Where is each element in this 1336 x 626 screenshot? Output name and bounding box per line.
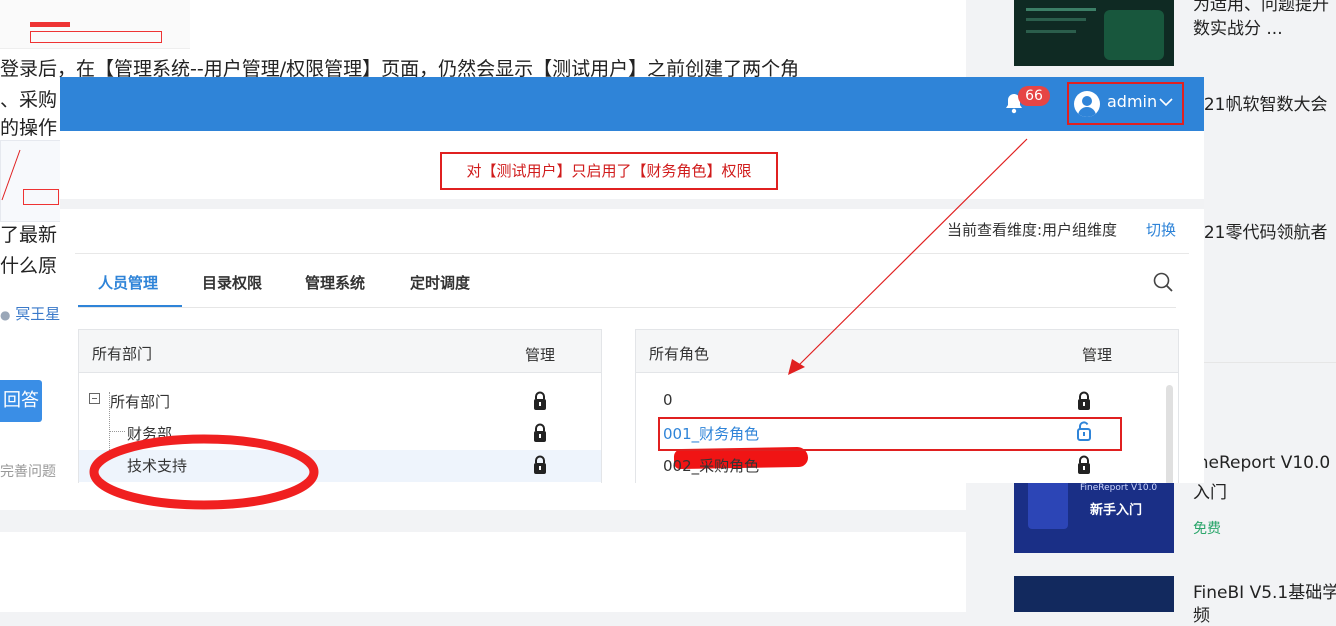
panel-header: 所有角色 管理 (636, 330, 1178, 373)
roles-panel: 所有角色 管理 0 001_财务角色 002_采购角色 (635, 329, 1179, 483)
article-text-line: 的操作 (0, 117, 58, 139)
course-title[interactable]: 数实战分 ... (1193, 14, 1283, 39)
department-name: 技术支持 (127, 457, 188, 475)
article-text-line: 、采购 (0, 89, 58, 111)
role-name: 001_财务角色 (663, 425, 760, 443)
username[interactable]: admin (1107, 92, 1157, 111)
lock-icon[interactable] (1076, 391, 1092, 411)
switch-link[interactable]: 切换 (1146, 219, 1176, 240)
tab-directory-permissions[interactable]: 目录权限 (202, 272, 262, 293)
divider (75, 253, 1189, 254)
divider (78, 307, 1176, 308)
lock-icon[interactable] (532, 455, 548, 475)
tree-row[interactable]: 财务部 (79, 418, 601, 450)
column-header: 管理 (525, 346, 556, 364)
divider (1193, 362, 1336, 363)
article-text-line: 什么原 (0, 255, 58, 277)
course-thumbnail[interactable] (1014, 576, 1174, 612)
answer-button[interactable]: 回答 (0, 380, 42, 422)
course-title[interactable]: 为适用、问题提升 (1193, 0, 1329, 15)
collapse-icon[interactable] (89, 393, 100, 404)
tab-personnel[interactable]: 人员管理 (98, 272, 158, 293)
search-icon[interactable] (1152, 271, 1174, 293)
department-name: 财务部 (127, 425, 173, 443)
column-header: 管理 (1082, 346, 1113, 364)
course-title[interactable]: ineReport V10.0 (1193, 453, 1330, 473)
divider (60, 199, 1204, 209)
embedded-screenshot: 66 admin 对【测试用户】只启用了【财务角色】权限 当前查看维度:用户组维… (60, 77, 1204, 483)
course-title[interactable]: 频 (1193, 601, 1210, 626)
tab-scheduling[interactable]: 定时调度 (410, 272, 470, 293)
dimension-label: 当前查看维度:用户组维度 (947, 221, 1118, 239)
lock-icon[interactable] (532, 423, 548, 443)
role-name: 002_采购角色 (663, 457, 760, 475)
thumbnail-caption: 新手入门 (1090, 503, 1143, 518)
author-name: 冥王星 (15, 305, 61, 323)
article-image-thumbnail (0, 140, 62, 222)
course-price: 免费 (1193, 521, 1221, 537)
role-row[interactable]: 002_采购角色 (636, 450, 1178, 482)
thumbnail-caption: FineReport V10.0 (1080, 483, 1158, 493)
role-row[interactable]: 0 (636, 386, 1178, 470)
unlock-icon[interactable] (1076, 421, 1092, 441)
article-text-line: 了最新 (0, 224, 58, 246)
avatar[interactable] (1074, 91, 1100, 117)
role-name: 0 (663, 391, 673, 409)
column-header: 所有部门 (92, 345, 153, 363)
article-card-secondary (0, 532, 966, 612)
panel-header: 所有部门 管理 (79, 330, 601, 373)
article-image-thumbnail (0, 0, 190, 49)
notification-badge: 66 (1018, 86, 1050, 106)
chevron-down-icon[interactable] (1159, 97, 1173, 107)
course-title[interactable]: 021零代码领航者 (1193, 218, 1327, 243)
lock-icon[interactable] (1076, 455, 1092, 475)
article-author[interactable]: ● 冥王星 (0, 303, 60, 324)
departments-panel: 所有部门 管理 所有部门 财务部 技术支持 (78, 329, 602, 483)
course-title[interactable]: 021帆软智数大会 (1193, 90, 1327, 115)
column-header: 所有角色 (649, 345, 710, 363)
department-name: 所有部门 (110, 393, 171, 411)
scrollbar[interactable] (1166, 385, 1173, 483)
role-row[interactable]: 001_财务角色 (636, 418, 1178, 450)
tab-management-system[interactable]: 管理系统 (305, 272, 365, 293)
tree-row[interactable]: 所有部门 (79, 386, 601, 418)
user-icon: ● (0, 308, 11, 322)
course-thumbnail[interactable] (1014, 0, 1174, 66)
course-title[interactable]: FineBI V5.1基础学 (1193, 578, 1336, 603)
improve-question-link[interactable]: 完善问题 (0, 461, 56, 481)
annotation-note: 对【测试用户】只启用了【财务角色】权限 (440, 152, 778, 190)
lock-icon[interactable] (532, 391, 548, 411)
tree-row-selected[interactable]: 技术支持 (79, 450, 601, 482)
